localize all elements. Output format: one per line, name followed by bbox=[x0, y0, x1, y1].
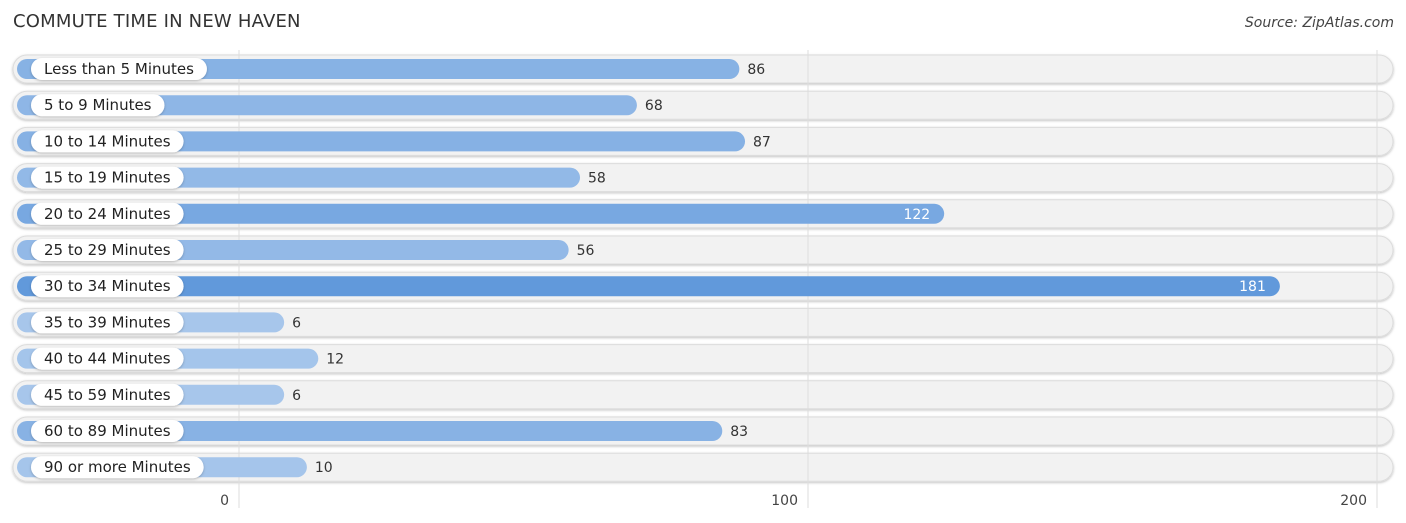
category-label: 10 to 14 Minutes bbox=[44, 132, 171, 150]
bar-row: 15 to 19 Minutes 58 bbox=[17, 166, 606, 189]
value-label: 83 bbox=[730, 424, 748, 440]
bar-row: 35 to 39 Minutes 6 bbox=[17, 311, 301, 334]
bar-row: 5 to 9 Minutes 68 bbox=[17, 94, 663, 117]
bar-row: 90 or more Minutes 10 bbox=[17, 456, 333, 479]
category-label: 20 to 24 Minutes bbox=[44, 205, 171, 223]
bar bbox=[17, 276, 1280, 297]
value-label: 181 bbox=[1239, 279, 1266, 295]
bar-row: 30 to 34 Minutes 181 bbox=[17, 275, 1280, 298]
value-label: 86 bbox=[747, 62, 765, 78]
bar-row: 20 to 24 Minutes 122 bbox=[17, 202, 945, 225]
category-label: 35 to 39 Minutes bbox=[44, 313, 171, 331]
value-label: 122 bbox=[903, 207, 930, 223]
value-label: 10 bbox=[315, 460, 333, 476]
bar-row: 45 to 59 Minutes 6 bbox=[17, 383, 301, 406]
category-label: 25 to 29 Minutes bbox=[44, 241, 171, 259]
value-label: 12 bbox=[326, 352, 344, 368]
category-label: 15 to 19 Minutes bbox=[44, 169, 171, 187]
bar-row: Less than 5 Minutes 86 bbox=[17, 58, 765, 80]
value-label: 6 bbox=[292, 315, 301, 331]
category-label: 30 to 34 Minutes bbox=[44, 277, 171, 295]
value-label: 58 bbox=[588, 171, 606, 187]
bar-row: 60 to 89 Minutes 83 bbox=[17, 420, 748, 442]
category-label: Less than 5 Minutes bbox=[44, 60, 194, 78]
bar-row: 40 to 44 Minutes 12 bbox=[17, 347, 344, 370]
category-label: 90 or more Minutes bbox=[44, 458, 191, 476]
category-label: 40 to 44 Minutes bbox=[44, 350, 171, 368]
x-tick-label: 100 bbox=[771, 493, 798, 509]
value-label: 56 bbox=[577, 243, 595, 259]
bar-row: 10 to 14 Minutes 87 bbox=[17, 130, 771, 153]
value-label: 87 bbox=[753, 134, 771, 150]
category-label: 60 to 89 Minutes bbox=[44, 422, 171, 440]
x-tick-label: 0 bbox=[220, 493, 229, 509]
category-label: 45 to 59 Minutes bbox=[44, 386, 171, 404]
x-tick-label: 200 bbox=[1340, 493, 1367, 509]
bar-chart: Less than 5 Minutes 86 5 to 9 Minutes 68 10 … bbox=[12, 50, 1394, 509]
value-label: 6 bbox=[292, 388, 301, 404]
category-label: 5 to 9 Minutes bbox=[44, 96, 152, 114]
bar-row: 25 to 29 Minutes 56 bbox=[17, 239, 595, 261]
value-label: 68 bbox=[645, 98, 663, 114]
